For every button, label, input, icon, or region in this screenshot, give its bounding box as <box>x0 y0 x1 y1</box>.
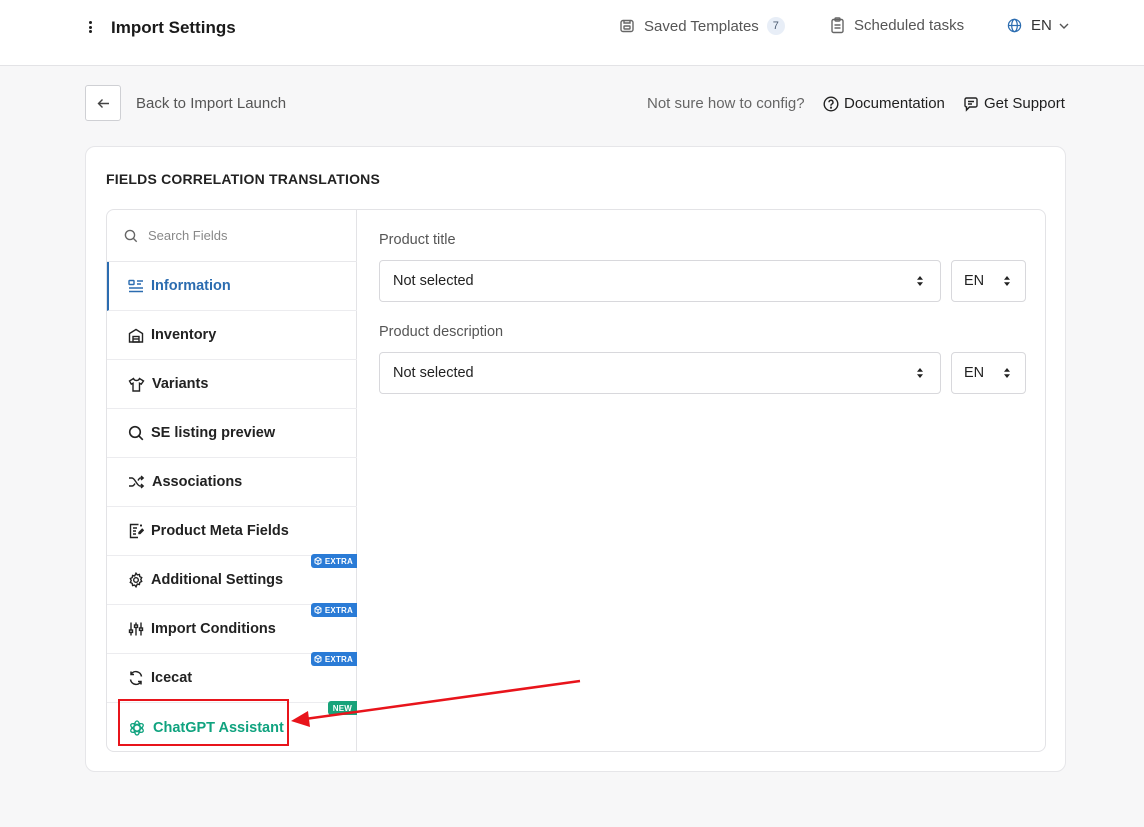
extra-badge: EXTRA <box>310 554 357 568</box>
document-edit-icon <box>129 523 144 539</box>
product-description-select[interactable]: Not selected <box>379 352 941 394</box>
language-value: EN <box>964 273 985 289</box>
sidebar-item-additional-settings[interactable]: Additional Settings EXTRA <box>107 554 357 605</box>
sidebar-item-label: Icecat <box>151 670 193 686</box>
template-icon <box>620 19 634 33</box>
scheduled-tasks-link[interactable]: Scheduled tasks <box>830 17 964 34</box>
sidebar-item-label: Import Conditions <box>151 621 276 637</box>
section-title: FIELDS CORRELATION TRANSLATIONS <box>106 171 381 187</box>
sidebar-item-label: Additional Settings <box>151 572 284 588</box>
product-title-label: Product title <box>379 232 456 248</box>
globe-icon <box>1007 18 1022 33</box>
sidebar-item-icecat[interactable]: Icecat EXTRA <box>107 652 357 703</box>
language-label: EN <box>1031 17 1052 34</box>
sidebar-item-se-listing-preview[interactable]: SE listing preview <box>107 409 357 458</box>
sidebar-item-label: Associations <box>152 474 243 490</box>
more-menu-icon[interactable] <box>84 19 96 35</box>
saved-templates-link[interactable]: Saved Templates 7 <box>619 17 785 35</box>
cube-icon <box>314 557 322 565</box>
back-label[interactable]: Back to Import Launch <box>136 95 286 112</box>
search-box <box>107 210 357 262</box>
back-button[interactable] <box>85 85 121 121</box>
documentation-link[interactable]: Documentation <box>823 95 945 112</box>
new-badge: NEW <box>327 701 357 715</box>
documentation-label: Documentation <box>844 95 945 112</box>
help-text: Not sure how to config? <box>647 95 805 112</box>
warehouse-icon <box>128 328 144 343</box>
saved-templates-label: Saved Templates <box>644 17 759 35</box>
chat-icon <box>964 96 978 112</box>
extra-badge: EXTRA <box>310 603 357 617</box>
sidebar-item-associations[interactable]: Associations <box>107 458 357 507</box>
list-details-icon <box>128 279 143 293</box>
sidebar-item-label: Variants <box>152 376 209 392</box>
cube-icon <box>314 606 322 614</box>
sort-caret-icon <box>1004 368 1010 378</box>
help-circle-icon <box>823 95 839 112</box>
settings-card: FIELDS CORRELATION TRANSLATIONS Informat… <box>85 146 1066 772</box>
product-title-language-select[interactable]: EN <box>951 260 1026 302</box>
select-value: Not selected <box>393 273 474 289</box>
chevron-down-icon <box>1059 23 1069 29</box>
arrow-left-icon <box>97 98 109 108</box>
sidebar-item-label: SE listing preview <box>151 425 276 441</box>
sidebar-item-information[interactable]: Information <box>107 262 357 311</box>
sliders-icon <box>128 622 144 636</box>
product-title-select[interactable]: Not selected <box>379 260 941 302</box>
shirt-icon <box>128 376 145 392</box>
sidebar-item-variants[interactable]: Variants <box>107 360 357 409</box>
sort-caret-icon <box>917 368 923 378</box>
language-value: EN <box>964 365 985 381</box>
top-bar: Import Settings Saved Templates 7 Schedu… <box>0 0 1144 66</box>
language-selector[interactable]: EN <box>1007 17 1078 34</box>
search-icon <box>128 425 144 441</box>
extra-badge: EXTRA <box>310 652 357 666</box>
cube-icon <box>314 655 322 663</box>
field-translations: Product title Not selected EN Product de… <box>358 210 1045 751</box>
search-icon <box>124 229 138 242</box>
get-support-label: Get Support <box>984 95 1065 112</box>
product-description-label: Product description <box>379 324 504 340</box>
sidebar-item-product-meta-fields[interactable]: Product Meta Fields <box>107 507 357 556</box>
sidebar-item-inventory[interactable]: Inventory <box>107 311 357 360</box>
sidebar: Information Inventory Variants SE listin… <box>107 210 357 751</box>
refresh-icon <box>129 670 143 686</box>
sidebar-item-import-conditions[interactable]: Import Conditions EXTRA <box>107 603 357 654</box>
gear-icon <box>129 572 143 588</box>
translation-panel: Information Inventory Variants SE listin… <box>106 209 1046 752</box>
clipboard-icon <box>831 17 844 34</box>
select-value: Not selected <box>393 365 474 381</box>
page-title: Import Settings <box>111 18 236 37</box>
sort-caret-icon <box>917 276 923 286</box>
sidebar-item-label: Product Meta Fields <box>151 523 289 539</box>
scheduled-tasks-label: Scheduled tasks <box>854 17 965 34</box>
annotation-highlight-box <box>118 699 289 746</box>
get-support-link[interactable]: Get Support <box>963 95 1065 112</box>
search-input[interactable] <box>148 228 338 243</box>
saved-templates-count: 7 <box>766 17 785 35</box>
sidebar-item-label: Information <box>151 278 231 294</box>
shuffle-icon <box>129 475 145 489</box>
sidebar-item-label: Inventory <box>151 327 217 343</box>
sort-caret-icon <box>1004 276 1010 286</box>
product-description-language-select[interactable]: EN <box>951 352 1026 394</box>
